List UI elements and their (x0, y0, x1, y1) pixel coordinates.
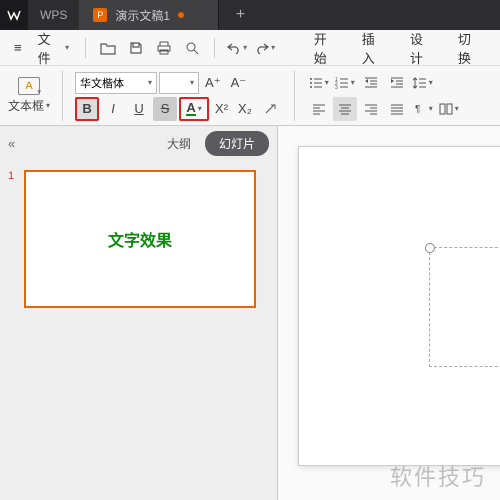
bold-button[interactable]: B (75, 97, 99, 121)
svg-text:¶: ¶ (415, 104, 420, 115)
italic-button[interactable]: I (101, 97, 125, 121)
document-tab[interactable]: P 演示文稿1 (79, 0, 218, 30)
slide-thumbnail-row[interactable]: 1 文字效果 (8, 170, 269, 308)
file-menu[interactable]: 文件▾ (32, 25, 75, 71)
outline-tab[interactable]: 大纲 (153, 131, 205, 156)
canvas-area (278, 126, 500, 500)
new-tab-button[interactable]: + (218, 0, 262, 30)
collapse-button[interactable]: « (8, 136, 15, 151)
textbox-style-icon[interactable]: A▾ (18, 77, 40, 95)
increase-font-button[interactable]: A⁺ (201, 71, 225, 95)
menu-design[interactable]: 设计 (400, 23, 444, 73)
underline-button[interactable]: U (127, 97, 151, 121)
bullets-icon[interactable]: ▾ (307, 71, 331, 95)
slide-panel: « 大纲 幻灯片 1 文字效果 (0, 126, 278, 500)
watermark: 软件技巧 (390, 460, 486, 492)
ribbon: A▾ 文本框▾ 华文楷体▾ ▾ A⁺ A⁻ B I U S A▾ X² X₂ ▾… (0, 66, 500, 126)
font-select[interactable]: 华文楷体▾ (75, 72, 157, 94)
text-placeholder[interactable] (429, 247, 500, 367)
align-justify-icon[interactable] (385, 97, 409, 121)
thumb-text: 文字效果 (108, 227, 172, 251)
clear-format-icon[interactable] (258, 97, 282, 121)
undo-icon[interactable]: ▾ (225, 35, 249, 61)
textbox-label[interactable]: 文本框▾ (8, 97, 50, 114)
subscript-button[interactable]: X₂ (234, 97, 256, 121)
slides-tab[interactable]: 幻灯片 (205, 131, 269, 156)
indent-decrease-icon[interactable] (359, 71, 383, 95)
text-direction-icon[interactable]: ¶▾ (411, 97, 435, 121)
decrease-font-button[interactable]: A⁻ (227, 71, 251, 95)
open-icon[interactable] (96, 35, 120, 61)
line-spacing-icon[interactable]: ▾ (411, 71, 435, 95)
menubar: ≡ 文件▾ ▾ ▾ 开始 插入 设计 切换 (0, 30, 500, 66)
workspace: « 大纲 幻灯片 1 文字效果 (0, 126, 500, 500)
hamburger-button[interactable]: ≡ (8, 36, 28, 59)
font-size-select[interactable]: ▾ (159, 72, 199, 94)
modified-dot-icon (178, 12, 184, 18)
redo-icon[interactable]: ▾ (253, 35, 277, 61)
strike-button[interactable]: S (153, 97, 177, 121)
print-icon[interactable] (152, 35, 176, 61)
align-center-icon[interactable] (333, 97, 357, 121)
slide-thumbnail[interactable]: 文字效果 (24, 170, 256, 308)
columns-icon[interactable]: ▾ (437, 97, 461, 121)
align-right-icon[interactable] (359, 97, 383, 121)
align-left-icon[interactable] (307, 97, 331, 121)
resize-handle-icon[interactable] (425, 243, 435, 253)
menu-insert[interactable]: 插入 (352, 23, 396, 73)
svg-text:3: 3 (335, 85, 338, 90)
app-logo (0, 0, 28, 30)
superscript-button[interactable]: X² (211, 97, 232, 121)
presentation-icon: P (93, 8, 107, 22)
slide-canvas[interactable] (298, 146, 500, 466)
save-icon[interactable] (124, 35, 148, 61)
indent-increase-icon[interactable] (385, 71, 409, 95)
slide-number: 1 (8, 170, 18, 308)
tab-title: 演示文稿1 (115, 7, 170, 24)
numbering-icon[interactable]: 123▾ (333, 71, 357, 95)
preview-icon[interactable] (180, 35, 204, 61)
menu-start[interactable]: 开始 (304, 23, 348, 73)
font-color-button[interactable]: A▾ (179, 97, 209, 121)
menu-switch[interactable]: 切换 (448, 23, 492, 73)
